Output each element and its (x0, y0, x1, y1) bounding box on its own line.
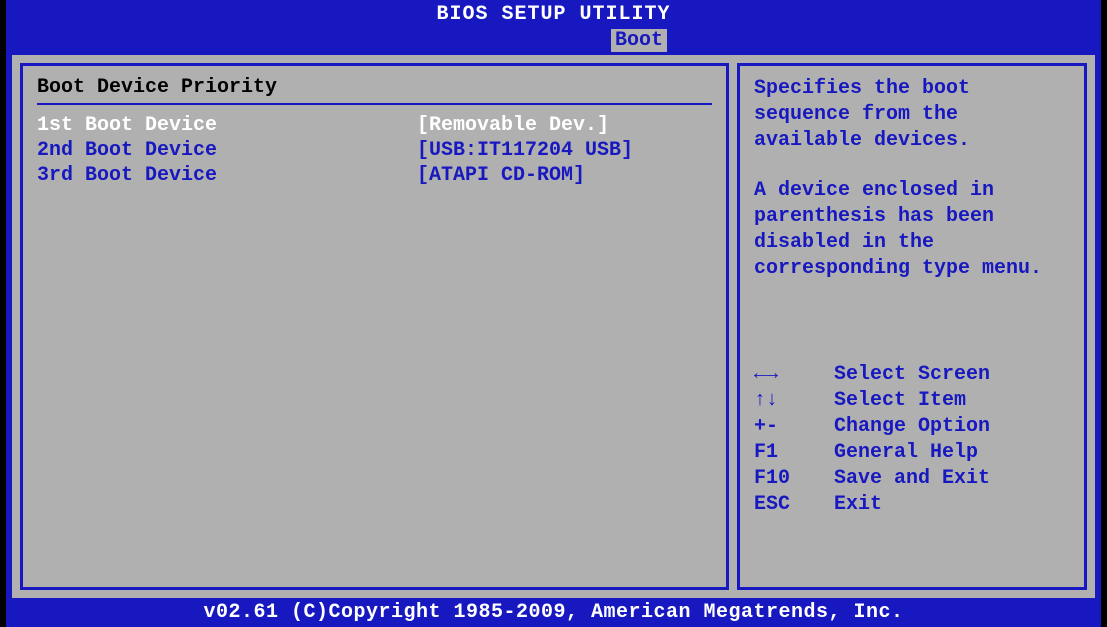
app-title: BIOS SETUP UTILITY (436, 3, 670, 26)
key-hint: F1 General Help (754, 440, 1070, 466)
help-text-primary: Specifies the boot sequence from the ava… (754, 76, 1070, 154)
key-action: General Help (834, 440, 978, 466)
key-name: ESC (754, 492, 834, 518)
boot-device-label: 1st Boot Device (37, 113, 417, 138)
key-hint: +- Change Option (754, 414, 1070, 440)
key-hint: ESC Exit (754, 492, 1070, 518)
title-bar: BIOS SETUP UTILITY (6, 0, 1101, 29)
bios-window: BIOS SETUP UTILITY Boot Boot Device Prio… (6, 0, 1101, 627)
section-title: Boot Device Priority (37, 76, 712, 99)
key-name: F10 (754, 466, 834, 492)
key-name: F1 (754, 440, 834, 466)
boot-device-row[interactable]: 1st Boot Device [Removable Dev.] (37, 113, 712, 138)
key-name: ↑↓ (754, 388, 834, 414)
boot-device-value: [ATAPI CD-ROM] (417, 163, 585, 188)
key-action: Select Item (834, 388, 966, 414)
key-action: Save and Exit (834, 466, 990, 492)
key-legend: ←→ Select Screen ↑↓ Select Item +- Chang… (754, 362, 1070, 518)
boot-device-row[interactable]: 3rd Boot Device [ATAPI CD-ROM] (37, 163, 712, 188)
section-divider (37, 103, 712, 105)
key-action: Select Screen (834, 362, 990, 388)
copyright: v02.61 (C)Copyright 1985-2009, American … (203, 601, 903, 624)
main-panels: Boot Device Priority 1st Boot Device [Re… (6, 55, 1101, 598)
footer: v02.61 (C)Copyright 1985-2009, American … (6, 598, 1101, 627)
key-hint: F10 Save and Exit (754, 466, 1070, 492)
key-action: Change Option (834, 414, 990, 440)
key-hint: ←→ Select Screen (754, 362, 1070, 388)
key-action: Exit (834, 492, 882, 518)
tab-row: Boot (6, 29, 1101, 55)
key-name: ←→ (754, 362, 834, 388)
boot-device-value: [Removable Dev.] (417, 113, 609, 138)
boot-device-row[interactable]: 2nd Boot Device [USB:IT117204 USB] (37, 138, 712, 163)
tab-boot[interactable]: Boot (611, 29, 667, 52)
boot-device-value: [USB:IT117204 USB] (417, 138, 633, 163)
boot-priority-panel: Boot Device Priority 1st Boot Device [Re… (20, 63, 729, 590)
boot-device-label: 3rd Boot Device (37, 163, 417, 188)
key-name: +- (754, 414, 834, 440)
boot-device-label: 2nd Boot Device (37, 138, 417, 163)
help-panel: Specifies the boot sequence from the ava… (737, 63, 1087, 590)
help-text-secondary: A device enclosed in parenthesis has bee… (754, 178, 1070, 282)
key-hint: ↑↓ Select Item (754, 388, 1070, 414)
